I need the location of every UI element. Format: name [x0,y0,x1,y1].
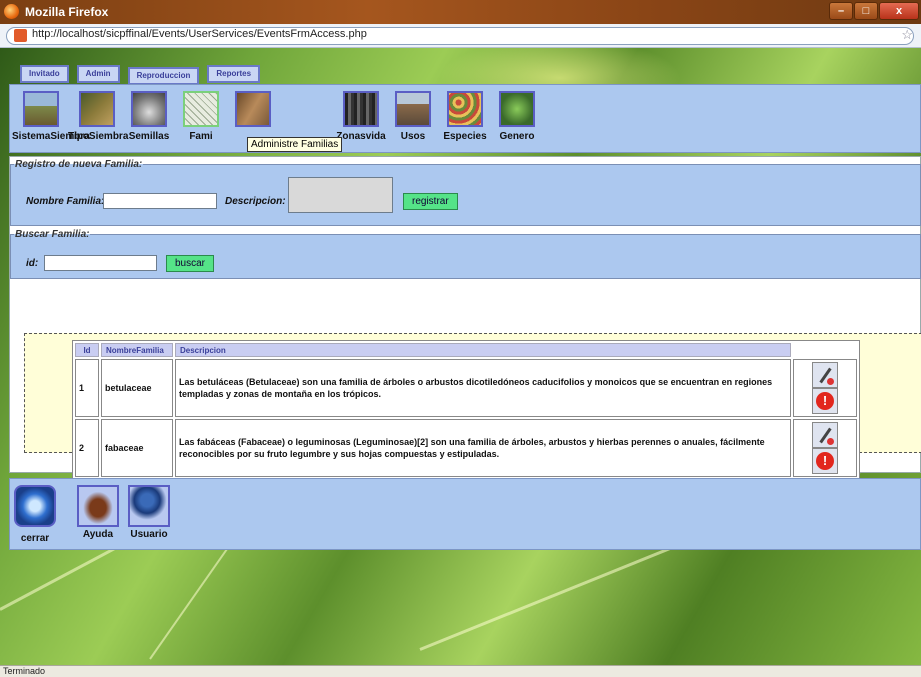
id-search-input[interactable] [44,255,157,271]
ayuda-label: Ayuda [82,529,114,540]
menu-item-sistemasiembra[interactable]: SistemaSiembra [12,91,90,142]
usuario-label: Usuario [130,529,168,540]
bottom-toolbar: cerrar Ayuda Usuario [9,478,921,550]
registrar-button[interactable]: registrar [403,193,458,210]
address-bar: http://localhost/sicpffinal/Events/UserS… [0,24,921,48]
page-content: Invitado Admin Reproduccion Reportes Sis… [0,48,921,665]
window-title: Mozilla Firefox [25,5,109,19]
cell-actions: ! [793,359,857,417]
table-row: 2 fabaceae Las fabáceas (Fabaceae) o leg… [75,419,857,477]
cell-actions: ! [793,419,857,477]
nav-tabs: Invitado Admin Reproduccion Reportes [20,65,261,85]
delete-symbol: ! [816,452,834,470]
buscar-button[interactable]: buscar [166,255,215,272]
flowers-photo-icon [447,91,483,127]
menu-item-suelos[interactable] [224,91,282,131]
menu-item-zonasvida[interactable]: Zonasvida [332,91,390,142]
usuario-button[interactable]: Usuario [128,485,170,540]
minimize-button[interactable]: – [829,2,853,20]
close-button[interactable]: x [879,2,919,20]
tooltip: Administre Familias [247,137,343,152]
tab-invitado[interactable]: Invitado [20,65,69,83]
cows-photo-icon [79,91,115,127]
plants-drawing-icon [183,91,219,127]
cell-nombre: betulaceae [101,359,173,417]
delete-symbol: ! [816,392,834,410]
descripcion-textarea[interactable] [288,177,393,213]
tab-reproduccion[interactable]: Reproduccion [127,67,200,85]
descripcion-label: Descripcion: [225,196,286,207]
ayuda-button[interactable]: Ayuda [77,485,119,540]
menu-item-label: Semillas [128,131,170,142]
menu-item-label: Especies [443,131,487,142]
results-area: Id NombreFamilia Descripcion 1 betulacea… [24,333,921,480]
cell-id: 2 [75,419,99,477]
admin-menu-panel: SistemaSiembra TipoSiembra Semillas Fami… [9,84,921,153]
cell-id: 1 [75,359,99,417]
leaves-photo-icon [499,91,535,127]
forest-photo-icon [343,91,379,127]
main-form-area: Registro de nueva Familia: Nombre Famili… [9,156,921,480]
nombre-familia-input[interactable] [103,193,217,209]
registro-legend: Registro de nueva Familia: [15,159,143,170]
menu-item-label: TipoSiembra [68,131,129,142]
menu-item-tiposiembra[interactable]: TipoSiembra [68,91,129,142]
table-row: 1 betulaceae Las betuláceas (Betulaceae)… [75,359,857,417]
logs-photo-icon [395,91,431,127]
cell-descripcion: Las betuláceas (Betulaceae) son una fami… [175,359,791,417]
tab-admin[interactable]: Admin [76,65,120,83]
familias-table: Id NombreFamilia Descripcion 1 betulacea… [72,340,860,480]
status-bar: Terminado [0,665,921,677]
url-text[interactable]: http://localhost/sicpffinal/Events/UserS… [32,28,367,40]
cerrar-label: cerrar [20,533,50,544]
window-titlebar: Mozilla Firefox – □ x [0,0,921,24]
menu-item-label: Usos [400,131,426,142]
bull-icon [77,485,119,527]
cerrar-button[interactable]: cerrar [14,485,56,544]
column-header-nombrefamilia: NombreFamilia [101,343,173,357]
buscar-fieldset: Buscar Familia: id: buscar [10,229,921,279]
menu-item-especies[interactable]: Especies [436,91,494,142]
edit-icon[interactable] [812,422,838,448]
maximize-button[interactable]: □ [854,2,878,20]
column-header-actions [793,343,857,357]
menu-item-familias[interactable]: Fami [172,91,230,142]
field-photo-icon [23,91,59,127]
buscar-legend: Buscar Familia: [15,229,90,240]
menu-item-genero[interactable]: Genero [488,91,546,142]
delete-icon[interactable]: ! [812,448,838,474]
bookmark-star-icon[interactable]: ☆ [901,27,913,43]
menu-item-label: Genero [499,131,535,142]
soil-photo-icon [235,91,271,127]
edit-icon[interactable] [812,362,838,388]
registro-fieldset: Registro de nueva Familia: Nombre Famili… [10,159,921,226]
menu-item-label: Fami [189,131,213,142]
power-icon [14,485,56,527]
user-tools-icon [128,485,170,527]
table-header-row: Id NombreFamilia Descripcion [75,343,857,357]
window-controls: – □ x [829,2,919,20]
menu-item-usos[interactable]: Usos [384,91,442,142]
hands-seeds-icon [131,91,167,127]
site-icon [14,29,27,42]
firefox-icon [4,4,19,19]
menu-item-label: SistemaSiembra [12,131,90,142]
tab-reportes[interactable]: Reportes [207,65,261,83]
column-header-descripcion: Descripcion [175,343,791,357]
menu-item-semillas[interactable]: Semillas [120,91,178,142]
cell-nombre: fabaceae [101,419,173,477]
cell-descripcion: Las fabáceas (Fabaceae) o leguminosas (L… [175,419,791,477]
delete-icon[interactable]: ! [812,388,838,414]
nombre-familia-label: Nombre Familia: [26,196,105,207]
column-header-id: Id [75,343,99,357]
id-label: id: [26,258,39,269]
